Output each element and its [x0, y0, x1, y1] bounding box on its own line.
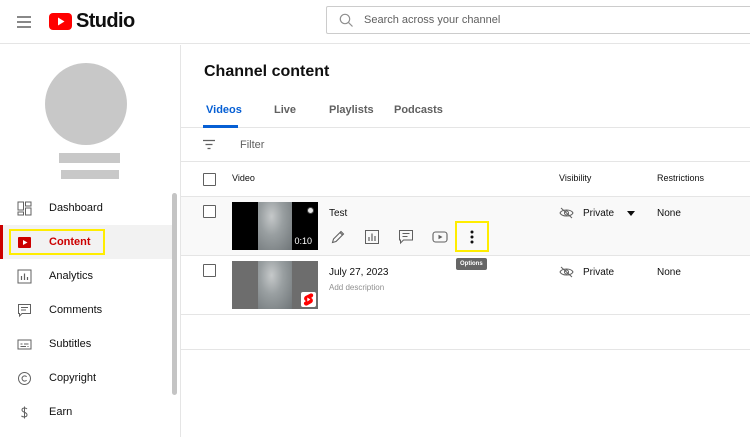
subtitles-icon [17, 339, 32, 349]
earn-icon [21, 406, 28, 418]
edit-icon [331, 230, 345, 244]
sidebar-scrollbar[interactable] [172, 193, 177, 395]
search-input[interactable] [364, 14, 724, 26]
thumbnail-channel-icon [307, 207, 314, 214]
filter-icon[interactable] [202, 138, 216, 151]
sidebar-item-content[interactable]: Content [0, 225, 172, 259]
video-title[interactable]: July 27, 2023 [329, 267, 389, 278]
sidebar-item-comments[interactable]: Comments [0, 293, 172, 327]
video-title[interactable]: Test [329, 208, 347, 219]
shorts-icon [303, 293, 314, 306]
content-icon [18, 236, 31, 248]
youtube-logo-icon [49, 12, 72, 30]
select-all-checkbox[interactable] [203, 173, 216, 186]
video-thumbnail[interactable]: 0:10 [232, 202, 318, 250]
sidebar-item-analytics[interactable]: Analytics [0, 259, 172, 293]
column-header-restrictions[interactable]: Restrictions [657, 173, 704, 183]
thumbnail-image [258, 261, 292, 309]
edit-details-button[interactable] [329, 228, 347, 246]
dashboard-icon [17, 201, 32, 215]
tab-podcasts[interactable]: Podcasts [394, 104, 443, 116]
page-title: Channel content [204, 63, 330, 80]
sidebar-item-earn[interactable]: Earn [0, 395, 172, 429]
channel-avatar[interactable] [45, 63, 127, 145]
analytics-button[interactable] [363, 228, 381, 246]
copyright-icon [18, 371, 31, 385]
thumbnail-image [258, 202, 292, 250]
video-description[interactable]: Add description [329, 283, 384, 292]
analytics-icon [365, 230, 379, 244]
shorts-badge [301, 292, 316, 307]
video-thumbnail[interactable] [232, 261, 318, 309]
more-options-icon [470, 230, 474, 243]
options-button[interactable] [455, 221, 489, 252]
filter-input[interactable] [240, 136, 540, 154]
visibility-selector[interactable]: Private [559, 266, 614, 278]
tab-live[interactable]: Live [274, 104, 296, 116]
table-header: Video Visibility Restrictions [181, 162, 750, 197]
left-sidebar: Dashboard Content Analytics Comments Sub… [0, 45, 181, 437]
eye-off-icon [559, 266, 574, 278]
column-header-visibility[interactable]: Visibility [559, 173, 591, 183]
visibility-value: Private [583, 266, 615, 278]
column-header-video[interactable]: Video [232, 173, 255, 183]
table-divider [181, 349, 750, 350]
eye-off-icon [559, 207, 574, 219]
content-tabs: Videos Live Playlists Podcasts [181, 92, 750, 128]
sidebar-item-dashboard[interactable]: Dashboard [0, 191, 172, 225]
dropdown-caret-icon [627, 210, 636, 216]
youtube-studio-logo[interactable]: Studio [49, 9, 135, 33]
filter-bar [181, 128, 750, 162]
restrictions-value: None [657, 267, 681, 278]
comments-button[interactable] [397, 228, 415, 246]
sidebar-item-subtitles[interactable]: Subtitles [0, 327, 172, 361]
search-icon [339, 13, 353, 27]
top-app-bar: Studio [0, 0, 750, 44]
sidebar-item-copyright[interactable]: Copyright [0, 361, 172, 395]
comments-icon [18, 303, 31, 317]
analytics-icon [17, 269, 32, 283]
channel-handle-placeholder [61, 170, 119, 179]
row-checkbox[interactable] [203, 205, 216, 218]
tab-playlists[interactable]: Playlists [329, 104, 374, 116]
search-bar[interactable] [326, 6, 750, 34]
table-row[interactable]: 0:10 Test Private None [181, 197, 750, 256]
youtube-play-icon [432, 231, 448, 243]
view-on-youtube-button[interactable] [431, 228, 449, 246]
comments-icon [399, 230, 413, 245]
visibility-selector[interactable]: Private [559, 207, 644, 219]
table-row[interactable]: July 27, 2023 Add description Private No… [181, 256, 750, 315]
channel-name-placeholder [59, 153, 120, 163]
tab-videos[interactable]: Videos [206, 104, 242, 116]
video-duration: 0:10 [292, 235, 314, 247]
row-checkbox[interactable] [203, 264, 216, 277]
restrictions-value: None [657, 208, 681, 219]
logo-text: Studio [76, 9, 135, 32]
visibility-value: Private [583, 207, 615, 219]
hamburger-menu-icon[interactable] [12, 10, 36, 34]
